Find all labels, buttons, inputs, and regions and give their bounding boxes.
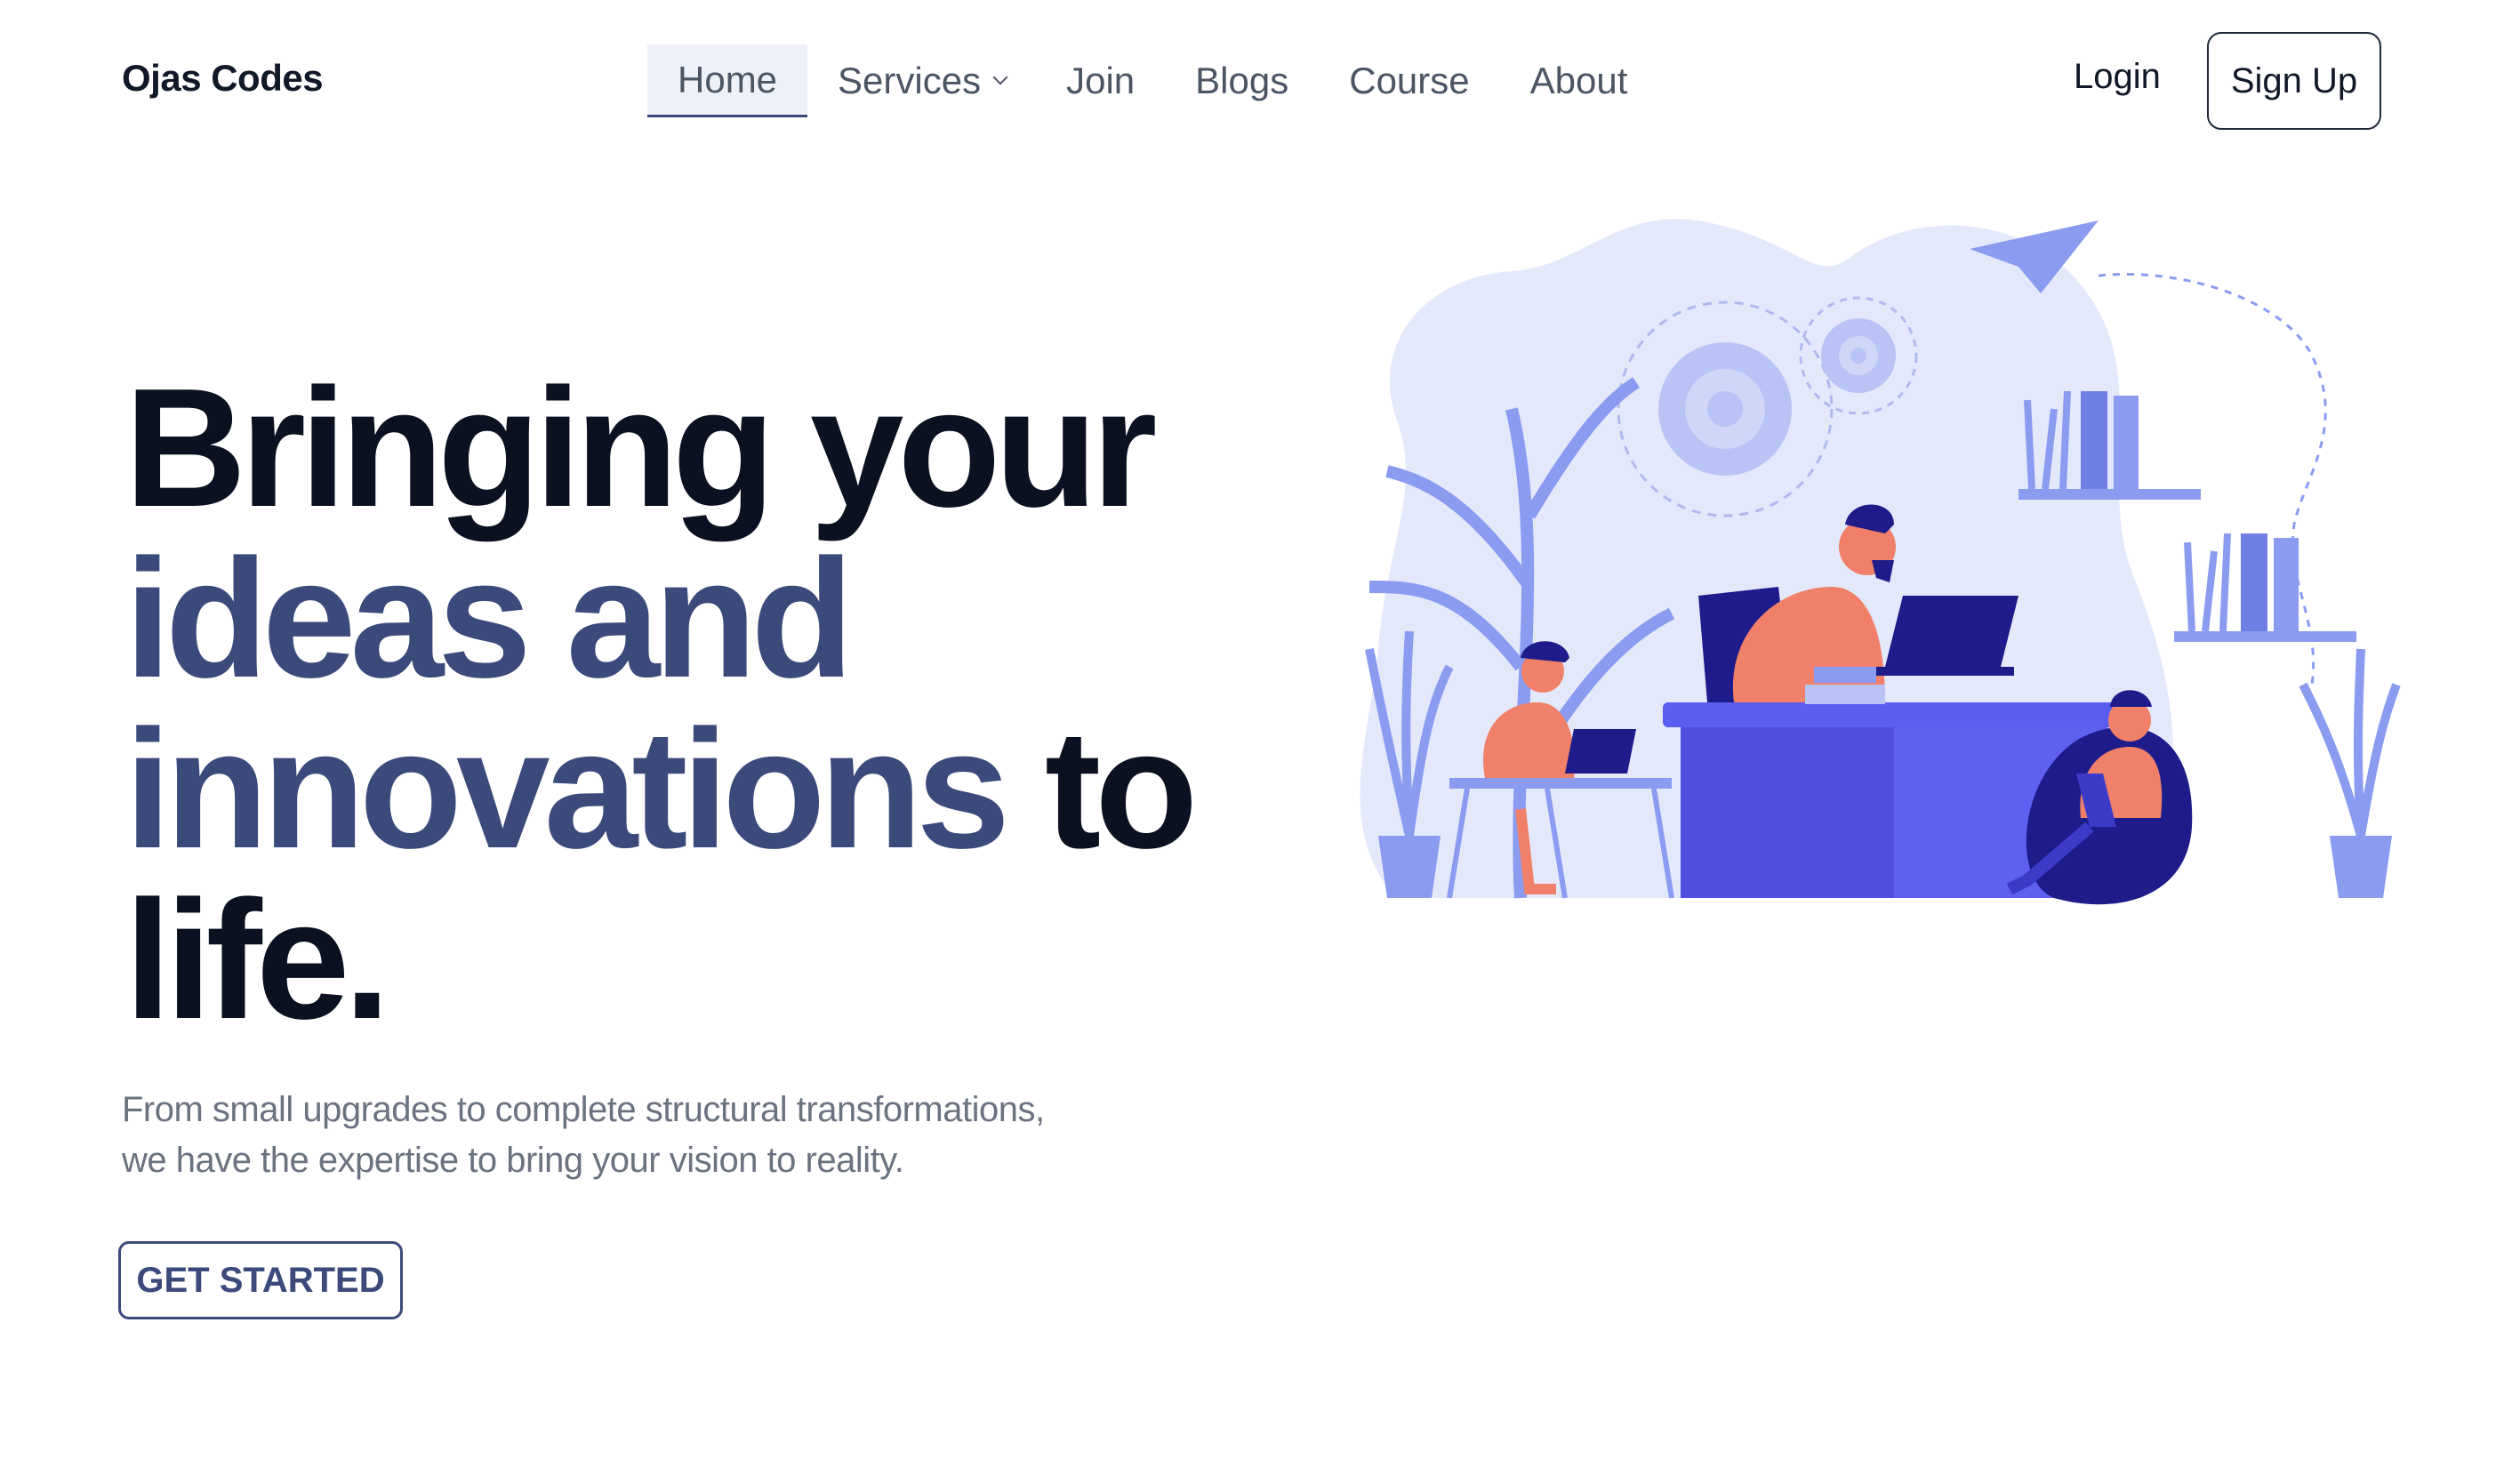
hero-title: Bringing your ideas and innovations to l… bbox=[124, 363, 1316, 1046]
nav-item-about[interactable]: About bbox=[1500, 44, 1658, 117]
binder bbox=[2081, 391, 2107, 489]
get-started-button[interactable]: GET STARTED bbox=[118, 1241, 403, 1319]
nav-item-label: About bbox=[1529, 60, 1628, 101]
laptop-base bbox=[1858, 667, 2014, 676]
side-table bbox=[1449, 778, 1672, 789]
nav-item-join[interactable]: Join bbox=[1036, 44, 1165, 117]
hero-title-accent: ideas and innovations bbox=[124, 525, 1010, 884]
nav-item-label: Course bbox=[1349, 60, 1470, 101]
plant-pot bbox=[2330, 836, 2392, 898]
landing-page: Ojas Codes Home Services Join Blogs Cour… bbox=[0, 0, 2520, 1459]
chevron-down-icon bbox=[992, 69, 1008, 85]
hero-subtitle-line1: From small upgrades to complete structur… bbox=[122, 1090, 1045, 1129]
login-link[interactable]: Login bbox=[2074, 57, 2161, 97]
nav-item-label: Services bbox=[838, 60, 982, 101]
leaf-plant bbox=[2299, 648, 2401, 838]
office-workers-illustration bbox=[1360, 219, 2401, 905]
signup-button[interactable]: Sign Up bbox=[2207, 32, 2381, 130]
gear-icon bbox=[1658, 342, 1792, 476]
nav-item-label: Home bbox=[678, 58, 778, 100]
main-nav: Home Services Join Blogs Course About bbox=[647, 44, 1657, 117]
nav-item-home[interactable]: Home bbox=[647, 44, 808, 117]
shelf-bottom bbox=[2174, 631, 2356, 642]
binder bbox=[2114, 396, 2139, 489]
binder bbox=[2274, 538, 2299, 631]
shelf-top bbox=[2018, 489, 2201, 500]
nav-item-services[interactable]: Services bbox=[807, 44, 1036, 117]
book-stack bbox=[1814, 667, 1876, 683]
brand-logo[interactable]: Ojas Codes bbox=[122, 57, 324, 100]
hero-title-part1: Bringing your bbox=[124, 354, 1157, 542]
book-stack bbox=[1805, 685, 1885, 704]
hero-subtitle-line2: we have the expertise to bring your visi… bbox=[122, 1141, 904, 1180]
nav-item-blogs[interactable]: Blogs bbox=[1165, 44, 1319, 117]
nav-item-label: Join bbox=[1066, 60, 1136, 101]
laptop-icon bbox=[1565, 729, 1636, 774]
nav-item-label: Blogs bbox=[1195, 60, 1289, 101]
binder bbox=[2241, 533, 2267, 631]
nav-item-course[interactable]: Course bbox=[1319, 44, 1499, 117]
plant-pot bbox=[1378, 836, 1441, 898]
small-gear-icon bbox=[1821, 318, 1896, 393]
laptop-icon bbox=[1885, 596, 2018, 667]
shelf-plant bbox=[2184, 533, 2231, 632]
hero-subtitle: From small upgrades to complete structur… bbox=[122, 1085, 1233, 1186]
desk-top bbox=[1663, 702, 2125, 727]
